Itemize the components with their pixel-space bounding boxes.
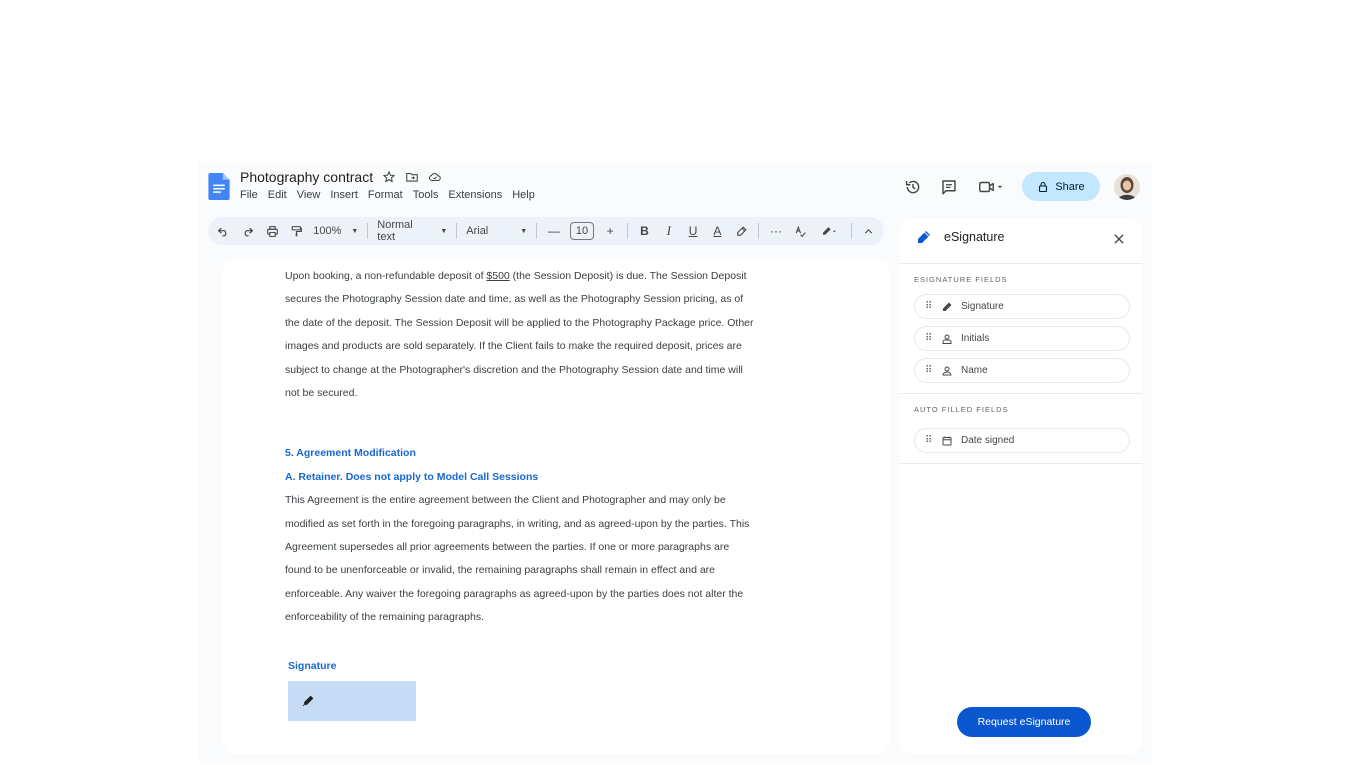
- font-value: Arial: [466, 225, 489, 237]
- pen-icon: [943, 302, 952, 311]
- menu-file[interactable]: File: [240, 189, 258, 201]
- cloud-status-icon[interactable]: [427, 170, 442, 185]
- document-title[interactable]: Photography contract: [240, 169, 373, 185]
- section-heading[interactable]: 5. Agreement Modification: [285, 442, 755, 465]
- print-icon[interactable]: [265, 223, 280, 239]
- paragraph-style-select[interactable]: Normal text ▼: [377, 219, 447, 243]
- undo-icon[interactable]: [216, 223, 231, 239]
- panel-divider: [900, 263, 1142, 264]
- drag-handle-icon[interactable]: ⠿: [925, 301, 933, 312]
- auto-filled-fields-label: AUTO FILLED FIELDS: [914, 405, 1009, 414]
- menu-help[interactable]: Help: [512, 189, 535, 201]
- calendar-icon: [942, 436, 952, 445]
- header-actions: Share: [902, 172, 1140, 201]
- title-row: Photography contract: [240, 169, 442, 185]
- bold-button[interactable]: B: [637, 223, 652, 239]
- field-label: Signature: [961, 301, 1004, 312]
- esignature-fields-label: ESIGNATURE FIELDS: [914, 275, 1008, 284]
- font-size-input[interactable]: 10: [570, 222, 594, 240]
- menu-format[interactable]: Format: [368, 189, 403, 201]
- redo-icon[interactable]: [240, 223, 255, 239]
- deposit-text-end: (the Session Deposit) is due. The Sessio…: [285, 270, 754, 400]
- comments-icon[interactable]: [938, 176, 960, 198]
- drag-handle-icon[interactable]: ⠿: [925, 435, 933, 446]
- signature-field[interactable]: [288, 680, 416, 721]
- toolbar-divider: [456, 223, 458, 239]
- request-esignature-button[interactable]: Request eSignature: [957, 707, 1091, 737]
- deposit-text-start: Upon booking, a non-refundable deposit o…: [285, 270, 487, 282]
- move-folder-icon[interactable]: [404, 170, 419, 185]
- subsection-heading[interactable]: A. Retainer. Does not apply to Model Cal…: [285, 466, 755, 489]
- document-body[interactable]: Upon booking, a non-refundable deposit o…: [285, 265, 755, 721]
- field-label: Initials: [961, 333, 990, 344]
- chevron-down-icon: ▼: [440, 227, 448, 235]
- signature-label: Signature: [288, 659, 337, 672]
- menu-edit[interactable]: Edit: [268, 189, 287, 201]
- docs-logo-icon[interactable]: [208, 173, 230, 200]
- zoom-select[interactable]: 100% ▼: [313, 225, 358, 237]
- chevron-down-icon: ▼: [351, 227, 359, 235]
- toolbar-divider: [367, 223, 369, 239]
- menu-extensions[interactable]: Extensions: [448, 189, 502, 201]
- highlight-pen-icon[interactable]: [734, 223, 749, 239]
- paint-format-icon[interactable]: [289, 223, 304, 239]
- initials-person-icon: [942, 334, 952, 344]
- menu-insert[interactable]: Insert: [330, 189, 358, 201]
- paragraph-style-value: Normal text: [377, 219, 413, 243]
- editing-mode-pen-icon[interactable]: [817, 223, 842, 239]
- panel-title: eSignature: [944, 230, 1005, 244]
- spellcheck-icon[interactable]: [793, 223, 808, 239]
- name-field-chip[interactable]: ⠿ Name: [914, 358, 1130, 383]
- esignature-panel: eSignature ESIGNATURE FIELDS ⠿ Signature…: [900, 218, 1142, 754]
- decrease-font-size-icon[interactable]: —: [546, 223, 561, 239]
- toolbar-divider: [850, 223, 852, 239]
- panel-header: eSignature: [916, 229, 1004, 245]
- panel-divider: [900, 393, 1142, 394]
- deposit-paragraph[interactable]: Upon booking, a non-refundable deposit o…: [285, 265, 755, 405]
- agreement-paragraph[interactable]: This Agreement is the entire agreement b…: [285, 489, 755, 629]
- deposit-amount: $500: [486, 270, 510, 282]
- meet-video-icon[interactable]: [974, 176, 1008, 198]
- field-label: Name: [961, 365, 988, 376]
- share-button[interactable]: Share: [1022, 172, 1100, 201]
- esignature-pen-icon: [918, 231, 930, 243]
- increase-font-size-icon[interactable]: +: [603, 223, 618, 239]
- signature-pen-icon: [302, 695, 314, 707]
- italic-button[interactable]: I: [661, 223, 676, 239]
- menu-tools[interactable]: Tools: [413, 189, 439, 201]
- toolbar-divider: [536, 223, 538, 239]
- date-signed-field-chip[interactable]: ⠿ Date signed: [914, 428, 1130, 453]
- document-page[interactable]: Upon booking, a non-refundable deposit o…: [222, 260, 890, 754]
- font-select[interactable]: Arial ▼: [466, 225, 527, 237]
- text-color-button[interactable]: A: [710, 223, 725, 239]
- field-label: Date signed: [961, 435, 1015, 446]
- docs-window: Photography contract File Edit View Inse…: [198, 163, 1152, 763]
- star-icon[interactable]: [381, 170, 396, 185]
- drag-handle-icon[interactable]: ⠿: [925, 365, 933, 376]
- underline-button[interactable]: U: [685, 223, 700, 239]
- menu-bar: File Edit View Insert Format Tools Exten…: [240, 189, 535, 201]
- close-icon[interactable]: [1110, 230, 1128, 248]
- toolbar-divider: [626, 223, 628, 239]
- avatar[interactable]: [1114, 173, 1140, 200]
- lock-icon: [1039, 181, 1048, 192]
- drag-handle-icon[interactable]: ⠿: [925, 333, 933, 344]
- formatting-toolbar: 100% ▼ Normal text ▼ Arial ▼ — 10 + B I …: [208, 217, 884, 245]
- signature-field-chip[interactable]: ⠿ Signature: [914, 294, 1130, 319]
- more-options-icon[interactable]: ···: [768, 223, 783, 239]
- collapse-menus-icon[interactable]: [861, 223, 876, 239]
- toolbar-divider: [758, 223, 760, 239]
- share-label: Share: [1055, 180, 1085, 193]
- initials-field-chip[interactable]: ⠿ Initials: [914, 326, 1130, 351]
- version-history-icon[interactable]: [902, 176, 924, 198]
- panel-divider: [900, 463, 1142, 464]
- person-icon: [942, 366, 952, 375]
- chevron-down-icon: ▼: [520, 227, 528, 235]
- zoom-value: 100%: [313, 225, 342, 237]
- menu-view[interactable]: View: [297, 189, 321, 201]
